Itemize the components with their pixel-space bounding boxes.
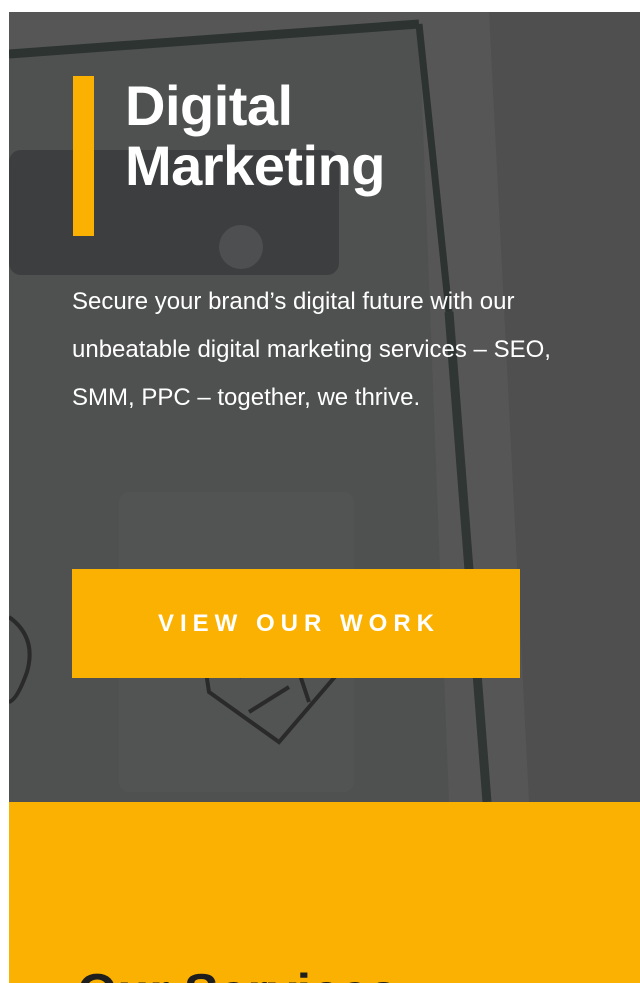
hero-title: Digital Marketing: [125, 74, 386, 197]
view-our-work-label: VIEW OUR WORK: [158, 609, 440, 637]
hero-title-line-2: Marketing: [125, 134, 386, 197]
hero-description: Secure your brand’s digital future with …: [72, 288, 551, 411]
view-our-work-button[interactable]: VIEW OUR WORK: [72, 569, 520, 678]
hero-section: Digital Marketing Secure your brand’s dig…: [9, 12, 640, 802]
title-accent-bar: [73, 76, 94, 236]
hero-title-line-1: Digital: [125, 74, 293, 137]
services-section: Our Services: [9, 802, 640, 983]
services-heading: Our Services: [77, 963, 398, 983]
